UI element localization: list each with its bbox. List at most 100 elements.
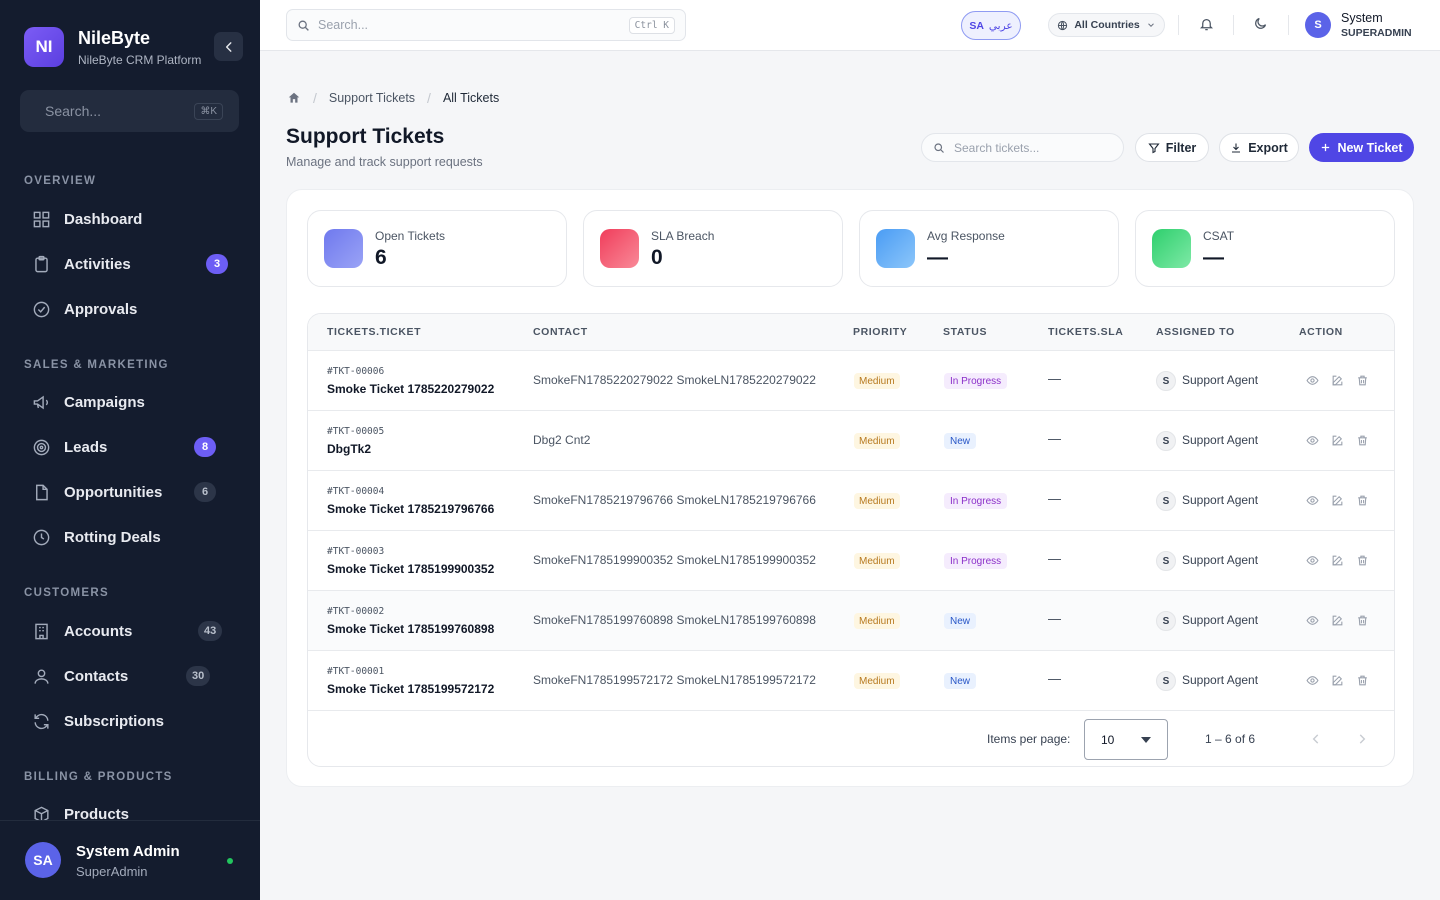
sidebar-item-leads[interactable]: Leads 8 [30, 431, 230, 463]
edit-icon [1332, 615, 1343, 626]
edit-button[interactable] [1331, 374, 1344, 387]
ticket-subject[interactable]: Smoke Ticket 1785220279022 [327, 382, 494, 396]
eye-icon [1306, 376, 1319, 385]
user-menu[interactable]: System SUPERADMIN [1341, 11, 1412, 39]
edit-button[interactable] [1331, 554, 1344, 567]
collapse-sidebar-button[interactable] [214, 32, 243, 61]
ticket-subject[interactable]: Smoke Ticket 1785199572172 [327, 682, 494, 696]
eye-icon [1306, 496, 1319, 505]
trash-icon [1358, 495, 1367, 506]
sidebar-item-approvals[interactable]: Approvals [30, 293, 230, 325]
brand[interactable]: NI NileByte NileByte CRM Platform [24, 27, 201, 67]
table-row[interactable]: #TKT-00001 Smoke Ticket 1785199572172 Sm… [308, 650, 1394, 710]
items-per-page-select[interactable]: 10 [1084, 719, 1168, 760]
filter-button[interactable]: Filter [1135, 133, 1209, 162]
global-search-input[interactable]: Search... Ctrl K [286, 9, 686, 41]
previous-page-button[interactable] [1309, 732, 1323, 746]
next-page-button[interactable] [1355, 732, 1369, 746]
assigned-agent: Support Agent [1182, 373, 1259, 387]
view-button[interactable] [1306, 554, 1319, 567]
column-header-sla[interactable]: TICKETS.SLA [1048, 326, 1123, 338]
table-row[interactable]: #TKT-00003 Smoke Ticket 1785199900352 Sm… [308, 530, 1394, 590]
language-code: SA [969, 19, 984, 32]
sidebar-item-campaigns[interactable]: Campaigns [30, 386, 230, 418]
view-button[interactable] [1306, 674, 1319, 687]
language-toggle-button[interactable]: SA عربي [961, 11, 1021, 40]
table-row[interactable]: #TKT-00005 DbgTk2 Dbg2 Cnt2 Medium New —… [308, 410, 1394, 470]
table-row[interactable]: #TKT-00006 Smoke Ticket 1785220279022 Sm… [308, 350, 1394, 410]
ticket-contact[interactable]: SmokeFN1785199760898 SmokeLN178519976089… [533, 613, 816, 627]
tickets-table: TICKETS.TICKET CONTACT PRIORITY STATUS T… [307, 313, 1395, 767]
search-icon [298, 20, 309, 31]
items-per-page-label: Items per page: [987, 732, 1071, 746]
column-header-assigned-to[interactable]: ASSIGNED TO [1156, 326, 1235, 338]
megaphone-icon [33, 395, 48, 409]
eye-icon [1306, 556, 1319, 565]
ticket-contact[interactable]: SmokeFN1785220279022 SmokeLN178522027902… [533, 373, 816, 387]
sidebar-search-input[interactable]: Search... ⌘K [20, 90, 239, 132]
ticket-contact[interactable]: SmokeFN1785199900352 SmokeLN178519990035… [533, 553, 816, 567]
table-row[interactable]: #TKT-00004 Smoke Ticket 1785219796766 Sm… [308, 470, 1394, 530]
export-button-label: Export [1248, 140, 1288, 155]
status-badge: In Progress [944, 493, 1008, 509]
tickets-panel: Open Tickets 6 SLA Breach 0 Avg Response… [286, 189, 1414, 787]
ticket-subject[interactable]: Smoke Ticket 1785219796766 [327, 502, 494, 516]
table-header: TICKETS.TICKET CONTACT PRIORITY STATUS T… [308, 314, 1394, 350]
ticket-subject[interactable]: Smoke Ticket 1785199900352 [327, 562, 494, 576]
avatar: S [1156, 431, 1176, 451]
breadcrumb-support-tickets[interactable]: Support Tickets [329, 91, 415, 105]
ticket-contact[interactable]: SmokeFN1785219796766 SmokeLN178521979676… [533, 493, 816, 507]
sidebar-item-activities[interactable]: Activities 3 [30, 248, 230, 280]
ticket-contact[interactable]: SmokeFN1785199572172 SmokeLN178519957217… [533, 673, 816, 687]
ticket-subject[interactable]: Smoke Ticket 1785199760898 [327, 622, 494, 636]
table-row[interactable]: #TKT-00002 Smoke Ticket 1785199760898 Sm… [308, 590, 1394, 650]
delete-button[interactable] [1356, 374, 1369, 387]
globe-icon [1058, 20, 1068, 30]
breadcrumb-separator: / [313, 90, 317, 106]
view-button[interactable] [1306, 374, 1319, 387]
sidebar-item-dashboard[interactable]: Dashboard [30, 203, 230, 235]
ticket-number: #TKT-00001 [327, 666, 385, 677]
export-button[interactable]: Export [1219, 133, 1299, 162]
sidebar-item-label: Rotting Deals [64, 528, 161, 546]
priority-badge: Medium [854, 433, 900, 449]
edit-button[interactable] [1331, 674, 1344, 687]
pagination: Items per page: 10 1 – 6 of 6 [308, 710, 1394, 766]
new-ticket-button[interactable]: New Ticket [1309, 133, 1414, 162]
column-header-contact[interactable]: CONTACT [533, 326, 588, 338]
sidebar-item-rotting-deals[interactable]: Rotting Deals [30, 521, 230, 553]
theme-toggle-button[interactable] [1253, 16, 1268, 31]
sidebar-item-subscriptions[interactable]: Subscriptions [30, 705, 230, 737]
country-select[interactable]: All Countries [1048, 13, 1165, 37]
view-button[interactable] [1306, 434, 1319, 447]
delete-button[interactable] [1356, 674, 1369, 687]
breadcrumb-home[interactable] [287, 91, 301, 105]
column-header-ticket[interactable]: TICKETS.TICKET [327, 326, 421, 338]
edit-button[interactable] [1331, 614, 1344, 627]
notifications-button[interactable] [1199, 16, 1214, 32]
view-button[interactable] [1306, 494, 1319, 507]
avatar[interactable]: S [1305, 12, 1331, 38]
sidebar-search-placeholder: Search... [45, 103, 102, 119]
column-header-status[interactable]: STATUS [943, 326, 987, 338]
ticket-contact[interactable]: Dbg2 Cnt2 [533, 433, 590, 447]
file-icon [35, 484, 48, 500]
delete-button[interactable] [1356, 614, 1369, 627]
delete-button[interactable] [1356, 554, 1369, 567]
page-subtitle: Manage and track support requests [286, 155, 483, 169]
column-header-priority[interactable]: PRIORITY [853, 326, 907, 338]
delete-button[interactable] [1356, 434, 1369, 447]
ticket-subject[interactable]: DbgTk2 [327, 442, 371, 456]
sidebar-user-footer[interactable]: SA System Admin SuperAdmin [0, 820, 260, 900]
ticket-search-input[interactable]: Search tickets... [921, 133, 1124, 162]
view-button[interactable] [1306, 614, 1319, 627]
ticket-number: #TKT-00006 [327, 366, 385, 377]
sidebar-item-contacts[interactable]: Contacts 30 [30, 660, 230, 692]
edit-button[interactable] [1331, 434, 1344, 447]
sidebar-item-opportunities[interactable]: Opportunities 6 [30, 476, 230, 508]
edit-button[interactable] [1331, 494, 1344, 507]
delete-button[interactable] [1356, 494, 1369, 507]
sidebar-item-accounts[interactable]: Accounts 43 [30, 615, 230, 647]
caret-down-icon [1141, 736, 1151, 743]
priority-badge: Medium [854, 493, 900, 509]
